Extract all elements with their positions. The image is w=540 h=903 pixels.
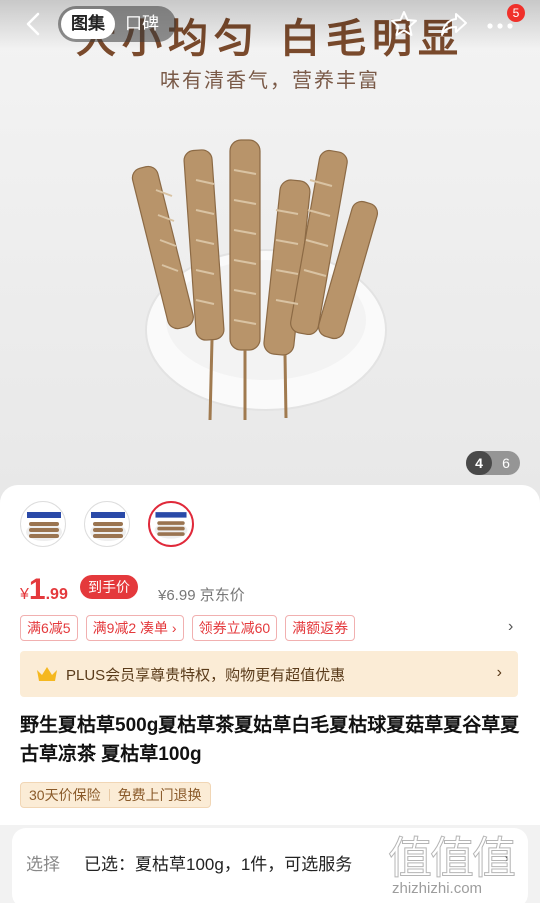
star-icon[interactable] xyxy=(388,8,420,40)
hero-subheading: 味有清香气，营养丰富 xyxy=(160,70,380,92)
product-title: 野生夏枯草500g夏枯草茶夏姑草白毛夏枯球夏菇草夏谷草夏古草凉茶 夏枯草100g xyxy=(20,715,520,765)
sku-thumbnail[interactable] xyxy=(20,501,66,547)
spec-selector-label: 选择 xyxy=(26,855,60,874)
final-price-tag: 到手价 xyxy=(80,575,138,599)
service-tags[interactable]: 30天价保险 免费上门退换 xyxy=(20,782,211,808)
notification-badge: 5 xyxy=(507,4,525,22)
crown-icon xyxy=(37,667,57,681)
watermark-logo: 值值值 xyxy=(388,833,517,885)
final-price: ¥ 1 .99 xyxy=(20,573,68,607)
price-decimal: .99 xyxy=(45,586,68,603)
tab-gallery[interactable]: 图集 xyxy=(61,9,115,39)
site-watermark: 值值值 zhizhizhi.com xyxy=(388,822,528,898)
price-integer: 1 xyxy=(28,573,46,606)
service-tag: 免费上门退换 xyxy=(117,787,202,803)
promo-tag[interactable]: 满9减2 凑单 › xyxy=(85,615,184,641)
spec-selector-value: 已选：夏枯草100g，1件，可选服务 xyxy=(84,855,353,874)
share-icon[interactable] xyxy=(438,8,470,40)
promo-tag[interactable]: 领券立减60 xyxy=(191,615,278,641)
sku-thumbnail-selected[interactable] xyxy=(148,501,194,547)
service-tag: 30天价保险 xyxy=(29,787,101,803)
plus-member-banner[interactable]: PLUS会员享尊贵特权，购物更有超值优惠 › xyxy=(20,651,518,697)
promotion-tags: 满6减5 满9减2 凑单 › 领券立减60 满额返券 xyxy=(20,615,356,641)
product-info-card: ¥ 1 .99 到手价 ¥6.99 京东价 满6减5 满9减2 凑单 › 领券立… xyxy=(0,485,540,825)
tab-reviews[interactable]: 口碑 xyxy=(115,9,169,39)
sku-thumbnails xyxy=(20,501,194,547)
product-page: 大小均匀 白毛明显 味有清香气，营养丰富 xyxy=(0,0,540,903)
chevron-right-icon: › xyxy=(496,664,502,681)
product-photo xyxy=(131,139,387,421)
back-icon[interactable] xyxy=(18,8,50,40)
product-image-gallery[interactable]: 大小均匀 白毛明显 味有清香气，营养丰富 xyxy=(0,0,540,500)
image-counter-current: 4 xyxy=(466,451,492,475)
promo-tag[interactable]: 满额返券 xyxy=(285,615,356,641)
plus-member-text: PLUS会员享尊贵特权，购物更有超值优惠 xyxy=(66,666,346,684)
price-currency: ¥ xyxy=(20,586,29,603)
jd-price: ¥6.99 京东价 xyxy=(158,587,245,604)
gallery-tab-switch: 图集 口碑 xyxy=(58,6,176,42)
image-counter-total: 6 xyxy=(502,455,510,471)
promo-tag[interactable]: 满6减5 xyxy=(20,615,78,641)
sku-thumbnail[interactable] xyxy=(84,501,130,547)
image-counter: 4 6 xyxy=(466,451,520,475)
chevron-right-icon[interactable]: › xyxy=(508,618,513,636)
